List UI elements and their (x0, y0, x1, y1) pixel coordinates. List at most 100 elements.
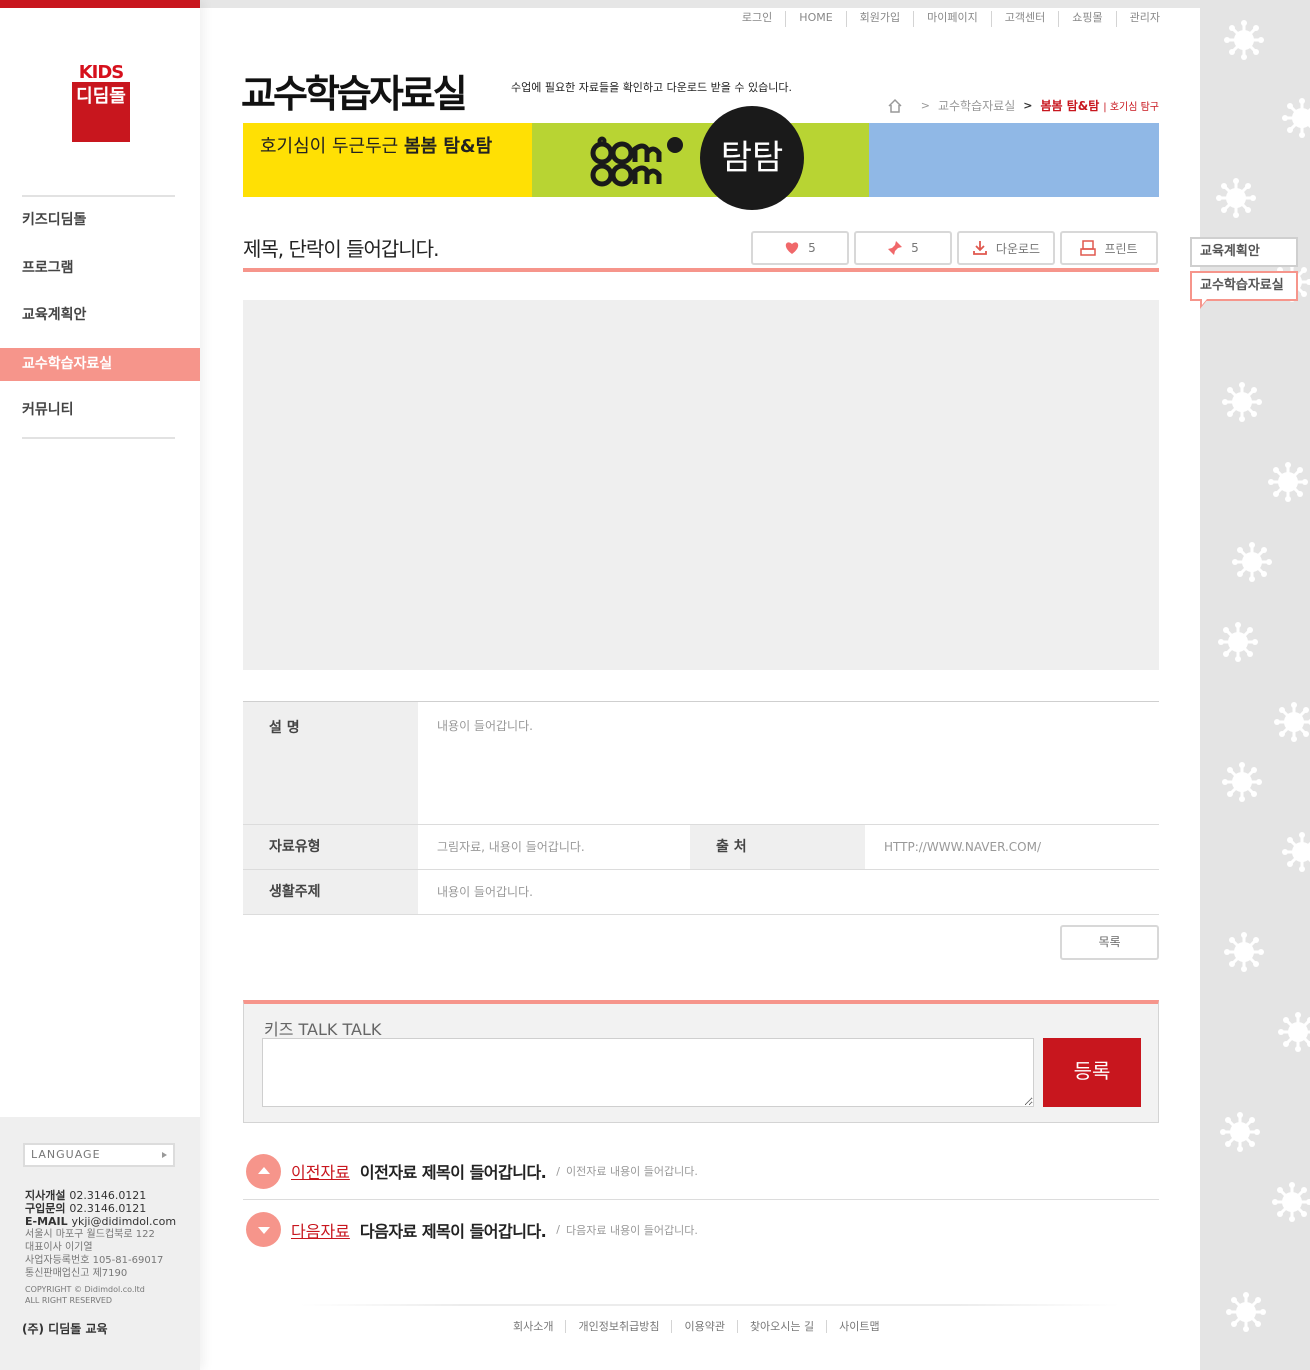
footer-links: 회사소개 개인정보취급방침 이용약관 찾아오시는 길 사이트맵 (501, 1320, 892, 1333)
sidebar-item-education-plan[interactable]: 교육계획안 (0, 299, 200, 332)
pin-count: 5 (911, 241, 919, 255)
next-label[interactable]: 다음자료 (291, 1218, 350, 1242)
like-count: 5 (808, 241, 816, 255)
top-strip (200, 0, 1200, 8)
sidebar-item-kids-didimdol[interactable]: 키즈디딤돌 (0, 204, 200, 237)
chevron-right-icon: > (1023, 99, 1033, 112)
print-button[interactable]: 프린트 (1060, 231, 1158, 265)
util-admin-link[interactable]: 관리자 (1115, 11, 1160, 27)
footer-link-directions[interactable]: 찾아오시는 길 (736, 1320, 826, 1333)
germ-decoration-icon (1224, 932, 1264, 972)
download-button[interactable]: 다운로드 (957, 231, 1055, 265)
comment-title: 키즈 TALK TALK (264, 1020, 382, 1039)
util-signup-link[interactable]: 회원가입 (845, 11, 913, 27)
sidebar-footer: LANGUAGE 지사개설 02.3146.0121 구입문의 02.3146.… (0, 1117, 200, 1370)
utility-nav: 로그인 HOME 회원가입 마이페이지 고객센터 쇼핑몰 관리자 (729, 11, 1160, 27)
comment-submit-button[interactable]: 등록 (1043, 1038, 1141, 1107)
home-icon[interactable] (887, 98, 903, 114)
util-mypage-link[interactable]: 마이페이지 (913, 11, 991, 27)
util-support-link[interactable]: 고객센터 (990, 11, 1058, 27)
page-description: 수업에 필요한 자료들을 확인하고 다운로드 받을 수 있습니다. (511, 81, 792, 94)
post-title: 제목, 단락이 들어갑니다. (243, 237, 439, 261)
pin-button[interactable]: 5 (854, 231, 952, 265)
page-title: 교수학습자료실 (241, 72, 468, 116)
download-label: 다운로드 (995, 241, 1041, 256)
prev-label[interactable]: 이전자료 (291, 1159, 350, 1183)
breadcrumb: > 교수학습자료실 > 봄봄 탐&탐 | 호기심 탐구 (887, 97, 1159, 114)
theme-value: 내용이 들어갑니다. (437, 885, 533, 899)
logo-kids-text: KIDS (78, 62, 125, 83)
prev-item[interactable]: 이전자료 이전자료 제목이 들어갑니다. / 이전자료 내용이 들어갑니다. (243, 1143, 1159, 1200)
contact-info: 지사개설 02.3146.0121 구입문의 02.3146.0121 E-MA… (25, 1189, 195, 1306)
email-label: E-MAIL (25, 1215, 68, 1228)
table-row: 자료유형 그림자료, 내용이 들어갑니다. 출 처 HTTP://WWW.NAV… (243, 825, 1159, 870)
prev-desc: 이전자료 내용이 들어갑니다. (565, 1165, 698, 1178)
heart-icon (785, 242, 799, 254)
germ-decoration-icon (1282, 832, 1310, 872)
sidebar-item-teaching-materials[interactable]: 교수학습자료실 (0, 348, 200, 381)
buy-phone: 02.3146.0121 (69, 1202, 147, 1215)
logo-word: 디딤돌 (72, 82, 130, 142)
germ-decoration-icon (1220, 1112, 1260, 1152)
util-shop-link[interactable]: 쇼핑몰 (1058, 11, 1115, 27)
footer-divider (300, 1304, 1120, 1306)
germ-decoration-icon (1216, 178, 1256, 218)
next-title[interactable]: 다음자료 제목이 들어갑니다. (360, 1218, 547, 1242)
germ-decoration-icon (1218, 622, 1258, 662)
list-button[interactable]: 목록 (1060, 925, 1159, 960)
germ-decoration-icon (1274, 702, 1310, 742)
decorative-side-band (1200, 0, 1310, 1370)
banner-badge: 탐탐 (700, 106, 804, 210)
language-select[interactable]: LANGUAGE (23, 1143, 175, 1167)
nav-divider (22, 437, 175, 439)
chevron-right-icon: > (920, 99, 930, 112)
company-name: (주) 디딤돌 교육 (22, 1322, 108, 1336)
next-item[interactable]: 다음자료 다음자료 제목이 들어갑니다. / 다음자료 내용이 들어갑니다. (243, 1201, 1159, 1258)
mail-order-number: 통신판매업신고 제7190 (25, 1268, 128, 1279)
quick-tab-pointer-inner (1202, 299, 1207, 305)
sidebar-item-community[interactable]: 커뮤니티 (0, 394, 200, 427)
germ-decoration-icon (1272, 1182, 1310, 1222)
print-label: 프린트 (1104, 241, 1138, 256)
desc-label: 설 명 (243, 702, 418, 824)
footer-link-sitemap[interactable]: 사이트맵 (826, 1320, 891, 1333)
logo[interactable]: KIDS 디딤돌 (72, 64, 130, 142)
footer-link-about[interactable]: 회사소개 (501, 1320, 565, 1333)
quick-tab-education-plan[interactable]: 교육계획안 (1190, 237, 1298, 267)
type-value: 그림자료, 내용이 들어갑니다. (437, 840, 585, 854)
germ-decoration-icon (1222, 382, 1262, 422)
banner-tagline-prefix: 호기심이 두근두근 (260, 136, 399, 157)
breadcrumb-item[interactable]: 교수학습자료실 (938, 97, 1015, 114)
chevron-right-icon (162, 1152, 167, 1158)
copyright: COPYRIGHT © Didimdol.co.ltd (25, 1285, 145, 1294)
branch-label: 지사개설 (25, 1189, 66, 1202)
prev-slash: / (556, 1164, 560, 1178)
footer-link-terms[interactable]: 이용약관 (671, 1320, 736, 1333)
prev-title[interactable]: 이전자료 제목이 들어갑니다. (360, 1159, 547, 1183)
next-desc: 다음자료 내용이 들어갑니다. (565, 1223, 698, 1237)
next-slash: / (556, 1223, 560, 1236)
ceo: 대표이사 이기열 (25, 1242, 93, 1253)
germ-decoration-icon (1278, 1012, 1310, 1052)
table-row: 생활주제 내용이 들어갑니다. (243, 870, 1159, 915)
banner-tagline: 호기심이 두근두근 봄봄 탐&탐 (260, 132, 492, 158)
language-label: LANGUAGE (31, 1148, 101, 1161)
germ-decoration-icon (1226, 1292, 1266, 1332)
banner-blue-panel (869, 123, 1159, 197)
sidebar-top-bar (0, 0, 200, 8)
util-home-link[interactable]: HOME (785, 11, 845, 27)
rights: ALL RIGHT RESERVED (25, 1296, 113, 1305)
source-value[interactable]: HTTP://WWW.NAVER.COM/ (865, 825, 1041, 869)
arrow-down-icon (246, 1212, 281, 1247)
footer-link-privacy[interactable]: 개인정보취급방침 (565, 1320, 671, 1333)
type-label: 자료유형 (243, 825, 418, 869)
sidebar-item-program[interactable]: 프로그램 (0, 252, 200, 285)
breadcrumb-current: 봄봄 탐&탐 (1040, 99, 1100, 113)
pin-icon (888, 241, 903, 255)
buy-label: 구입문의 (25, 1202, 66, 1215)
quick-tab-teaching-materials[interactable]: 교수학습자료실 (1190, 271, 1298, 301)
comment-input[interactable] (262, 1038, 1034, 1107)
address: 서울시 마포구 월드컵북로 122 (25, 1229, 155, 1240)
util-login-link[interactable]: 로그인 (729, 11, 785, 27)
like-button[interactable]: 5 (751, 231, 849, 265)
